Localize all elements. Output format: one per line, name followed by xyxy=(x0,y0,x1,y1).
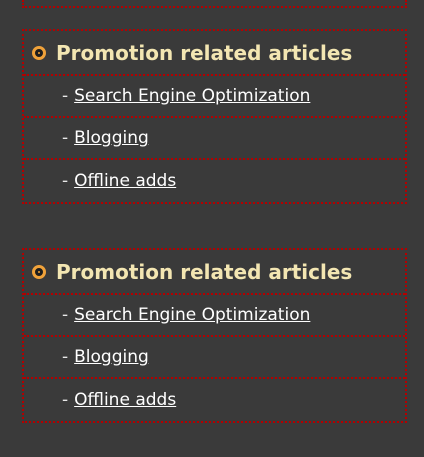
link-search-engine-optimization[interactable]: Search Engine Optimization xyxy=(74,305,310,325)
top-panel-strip xyxy=(22,0,407,8)
list-item-offline-adds: - Offline adds xyxy=(24,160,405,202)
link-search-engine-optimization[interactable]: Search Engine Optimization xyxy=(74,86,310,106)
panel-title: Promotion related articles xyxy=(56,259,353,284)
panel-header-1: Promotion related articles xyxy=(24,31,405,76)
panel-title: Promotion related articles xyxy=(56,40,353,65)
link-blogging[interactable]: Blogging xyxy=(74,128,149,148)
item-dash: - xyxy=(62,171,69,191)
page: Promotion related articles - Search Engi… xyxy=(0,0,424,457)
list-item-blogging: - Blogging xyxy=(24,337,405,379)
list-item-offline-adds: - Offline adds xyxy=(24,379,405,421)
panel-header-2: Promotion related articles xyxy=(24,250,405,295)
item-dash: - xyxy=(62,305,69,325)
list-item-search-engine-optimization: - Search Engine Optimization xyxy=(24,295,405,337)
circle-bullet-icon xyxy=(32,264,46,279)
item-dash: - xyxy=(62,128,69,148)
promotion-panel-1: Promotion related articles - Search Engi… xyxy=(22,29,407,204)
list-item-search-engine-optimization: - Search Engine Optimization xyxy=(24,76,405,118)
link-blogging[interactable]: Blogging xyxy=(74,347,149,367)
link-offline-adds[interactable]: Offline adds xyxy=(74,171,176,191)
list-item-blogging: - Blogging xyxy=(24,118,405,160)
circle-bullet-icon xyxy=(32,45,46,60)
promotion-panel-2: Promotion related articles - Search Engi… xyxy=(22,248,407,423)
item-dash: - xyxy=(62,86,69,106)
item-dash: - xyxy=(62,390,69,410)
link-offline-adds[interactable]: Offline adds xyxy=(74,390,176,410)
item-dash: - xyxy=(62,347,69,367)
